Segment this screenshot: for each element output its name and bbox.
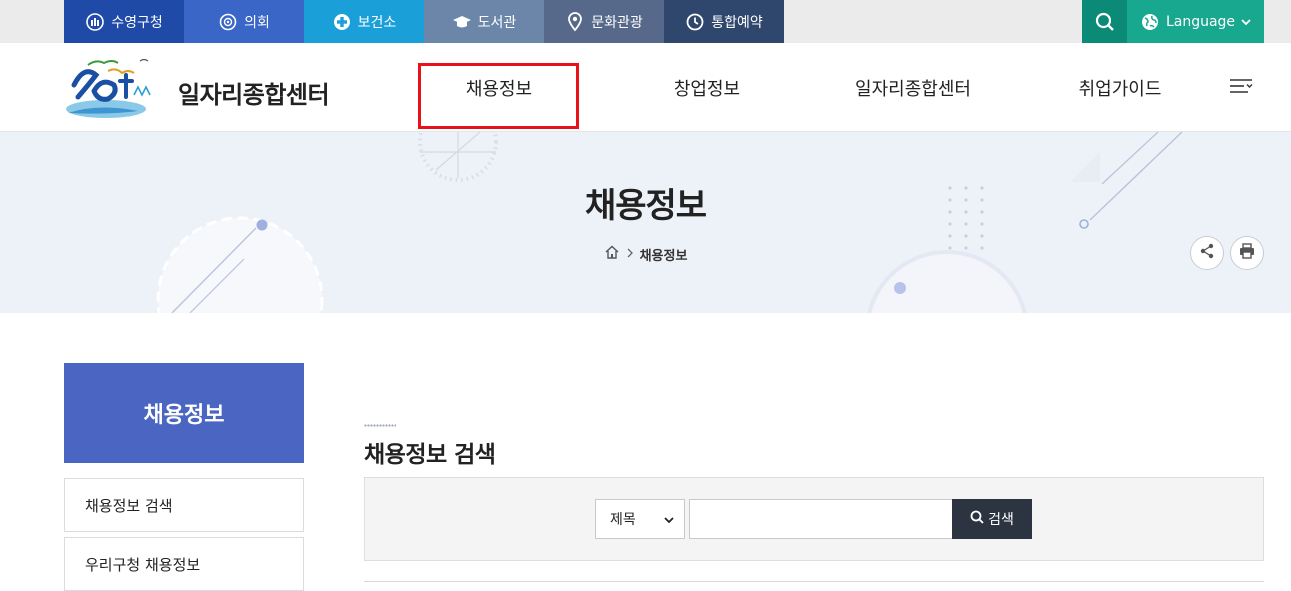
search-field-value: 제목 — [610, 512, 636, 528]
language-label: Language — [1165, 13, 1236, 30]
topbar-link-culture-tourism[interactable]: 문화관광 — [544, 0, 664, 43]
search-field-select[interactable]: 제목 — [595, 499, 685, 539]
clock-icon — [685, 12, 705, 32]
site-header: 일자리종합센터 채용정보 창업정보 일자리종합센터 취업가이드 — [0, 43, 1291, 132]
nav-recruitment-info[interactable]: 채용정보 — [420, 43, 578, 132]
search-button[interactable]: 검색 — [952, 499, 1032, 539]
breadcrumb: 채용정보 — [0, 244, 1291, 264]
topbar-search-button[interactable] — [1082, 0, 1127, 43]
share-icon — [1199, 243, 1215, 263]
nav-startup-info[interactable]: 창업정보 — [628, 43, 786, 132]
map-pin-icon — [565, 11, 585, 32]
printer-icon — [1238, 242, 1256, 264]
suyeong-logo[interactable] — [64, 51, 174, 123]
topbar-link-reservation[interactable]: 통합예약 — [664, 0, 784, 43]
share-button[interactable] — [1190, 236, 1224, 270]
topbar-label: 문화관광 — [591, 14, 643, 31]
building-icon — [85, 12, 105, 32]
home-icon[interactable] — [604, 244, 620, 264]
chevron-down-icon — [664, 513, 674, 529]
search-button-label: 검색 — [988, 512, 1014, 528]
sidebar-title: 채용정보 — [64, 363, 304, 463]
globe-icon — [1140, 12, 1160, 32]
topbar-label: 보건소 — [357, 14, 397, 31]
topbar-link-library[interactable]: 도서관 — [424, 0, 544, 43]
divider — [364, 581, 1264, 582]
medical-cross-icon — [332, 12, 352, 32]
page-banner: 채용정보 채용정보 — [0, 132, 1291, 313]
sidebar-item-district-jobs[interactable]: 우리구청 채용정보 — [64, 537, 304, 591]
nav-employment-guide[interactable]: 취업가이드 — [1041, 43, 1199, 132]
search-input[interactable] — [689, 499, 953, 539]
print-button[interactable] — [1230, 236, 1264, 270]
topbar-label: 의회 — [244, 14, 270, 31]
topbar-label: 수영구청 — [111, 14, 163, 31]
chevron-right-icon — [626, 247, 634, 262]
search-icon — [970, 510, 984, 528]
topbar-link-council[interactable]: 의회 — [184, 0, 304, 43]
title-decoration — [364, 424, 396, 427]
language-selector[interactable]: Language — [1127, 0, 1264, 43]
site-title[interactable]: 일자리종합센터 — [178, 75, 330, 110]
emblem-icon — [218, 12, 238, 32]
sidebar-item-job-search[interactable]: 채용정보 검색 — [64, 478, 304, 532]
nav-job-center[interactable]: 일자리종합센터 — [834, 43, 992, 132]
all-menu-button[interactable] — [1228, 76, 1258, 100]
section-title: 채용정보 검색 — [364, 442, 496, 468]
menu-icon — [1228, 79, 1254, 100]
topbar-label: 도서관 — [477, 14, 517, 31]
topbar-link-suyeong-office[interactable]: 수영구청 — [64, 0, 184, 43]
search-icon — [1095, 12, 1115, 32]
top-utility-bar: 수영구청 의회 보건소 도서관 문화관광 통합예약 Language — [0, 0, 1291, 43]
topbar-link-health-center[interactable]: 보건소 — [304, 0, 424, 43]
page-title: 채용정보 — [584, 186, 707, 226]
topbar-label: 통합예약 — [711, 14, 763, 31]
graduation-cap-icon — [452, 12, 472, 32]
chevron-down-icon — [1241, 14, 1251, 30]
breadcrumb-current[interactable]: 채용정보 — [640, 245, 688, 264]
